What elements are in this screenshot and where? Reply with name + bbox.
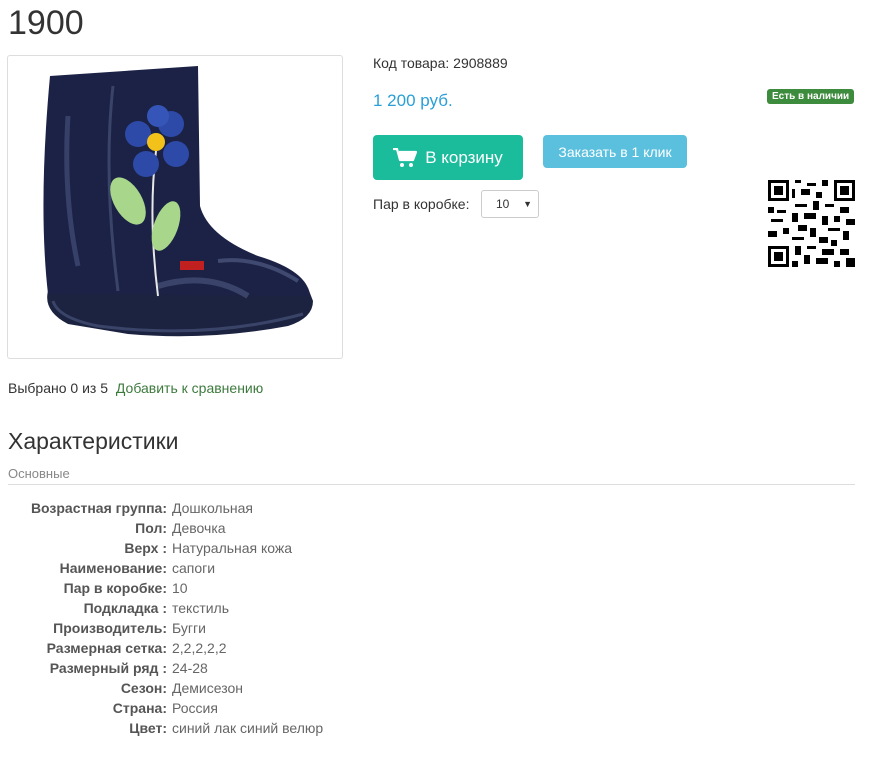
spec-key: Пар в коробке:: [63, 580, 167, 596]
spec-key: Возрастная группа:: [30, 500, 167, 516]
spec-row: Сезон: Демисезон: [0, 678, 896, 698]
product-code: Код товара: 2908889: [373, 55, 508, 71]
pairs-per-box-label: Пар в коробке:: [373, 196, 470, 212]
spec-value: 2,2,2,2,2: [172, 640, 227, 656]
spec-row: Производитель: Бугги: [0, 618, 896, 638]
spec-value: Россия: [172, 700, 218, 716]
product-image[interactable]: [7, 55, 343, 359]
divider: [8, 484, 855, 485]
spec-row: Цвет: синий лак синий велюр: [0, 718, 896, 738]
spec-value: сапоги: [172, 560, 216, 576]
spec-value: Бугги: [172, 620, 206, 636]
spec-value: Натуральная кожа: [172, 540, 293, 556]
spec-key: Наименование:: [59, 560, 167, 576]
add-to-compare-link[interactable]: Добавить к сравнению: [116, 380, 263, 396]
spec-key: Сезон:: [120, 680, 167, 696]
spec-row: Возрастная группа: Дошкольная: [0, 498, 896, 518]
spec-value: текстиль: [172, 600, 230, 616]
spec-value: 10: [172, 580, 188, 596]
spec-value: синий лак синий велюр: [172, 720, 324, 736]
spec-key: Страна:: [112, 700, 167, 716]
shopping-cart-icon: [393, 147, 418, 167]
characteristics-group-label: Основные: [8, 466, 70, 481]
spec-key: Пол:: [135, 520, 167, 536]
product-price: 1 200 руб.: [373, 91, 453, 110]
spec-value: Девочка: [172, 520, 226, 536]
pairs-per-box-value: 10: [496, 197, 510, 211]
spec-row: Пол: Девочка: [0, 518, 896, 538]
spec-row: Страна: Россия: [0, 698, 896, 718]
add-to-cart-button[interactable]: В корзину: [373, 135, 523, 180]
characteristics-table: Возрастная группа: Дошкольная Пол: Девочка…: [0, 498, 896, 738]
characteristics-title: Характеристики: [8, 428, 179, 454]
pairs-per-box-select[interactable]: 10 ▼: [481, 190, 539, 218]
spec-key: Цвет:: [129, 720, 167, 736]
order-one-click-button[interactable]: Заказать в 1 клик: [543, 135, 687, 168]
compare-block: Выбрано 0 из 5 Добавить к сравнению: [8, 380, 263, 396]
spec-value: Демисезон: [172, 680, 243, 696]
compare-count: Выбрано 0 из 5: [8, 380, 108, 396]
add-to-cart-label: В корзину: [425, 147, 503, 167]
spec-row: Верх : Натуральная кожа: [0, 538, 896, 558]
product-title: 1900: [8, 4, 84, 42]
qr-code-icon: [768, 180, 855, 267]
spec-row: Наименование: сапоги: [0, 558, 896, 578]
spec-key: Размерный ряд :: [49, 660, 167, 676]
stock-badge: Есть в наличии: [767, 89, 855, 104]
caret-down-icon: ▼: [523, 199, 532, 209]
spec-key: Размерная сетка:: [46, 640, 167, 656]
spec-row: Размерный ряд : 24-28: [0, 658, 896, 678]
spec-value: Дошкольная: [172, 500, 253, 516]
spec-key: Верх :: [124, 540, 167, 556]
spec-row: Размерная сетка: 2,2,2,2,2: [0, 638, 896, 658]
spec-key: Производитель:: [53, 620, 167, 636]
boot-illustration: [43, 66, 314, 337]
spec-value: 24-28: [172, 660, 208, 676]
spec-key: Подкладка :: [83, 600, 167, 616]
spec-row: Подкладка : текстиль: [0, 598, 896, 618]
spec-row: Пар в коробке: 10: [0, 578, 896, 598]
